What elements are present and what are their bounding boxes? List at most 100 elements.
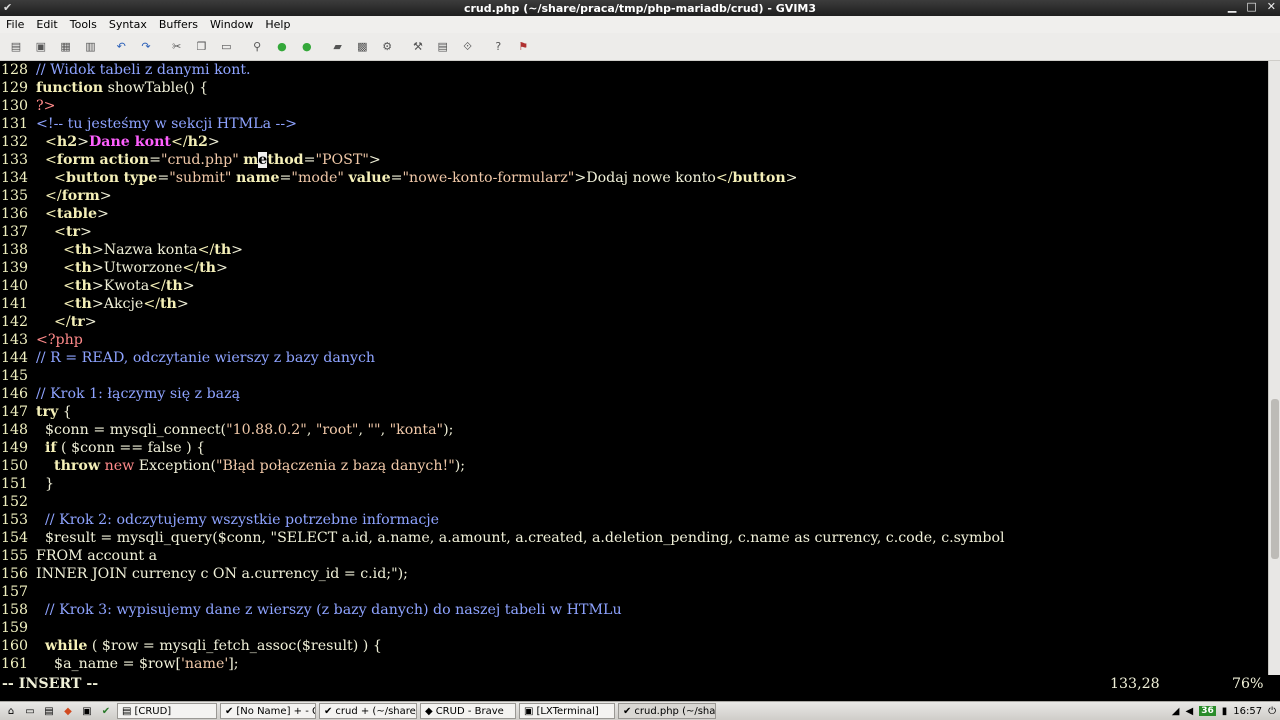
- code-line[interactable]: 148 $conn = mysqli_connect("10.88.0.2", …: [0, 421, 1268, 439]
- maximize-icon[interactable]: □: [1246, 0, 1256, 13]
- clock: 16:57: [1233, 705, 1263, 717]
- print-icon[interactable]: ▥: [80, 37, 100, 57]
- taskbar-task[interactable]: ◆ CRUD - Brave: [420, 703, 516, 719]
- find-prev-icon[interactable]: ●: [297, 37, 317, 57]
- taskbar-task[interactable]: ✔[No Name] + - G...: [220, 703, 316, 719]
- code-line[interactable]: 130 ?>: [0, 97, 1268, 115]
- menu-window[interactable]: Window: [204, 18, 259, 31]
- code-line[interactable]: 132 <h2>Dane kont</h2>: [0, 133, 1268, 151]
- find-next-icon[interactable]: ●: [272, 37, 292, 57]
- paste-icon[interactable]: ▭: [216, 37, 236, 57]
- taskbar-task[interactable]: ▤ [CRUD]: [117, 703, 217, 719]
- code-line[interactable]: 133 <form action="crud.php" method="POST…: [0, 151, 1268, 169]
- desktop-icon[interactable]: ▭: [22, 703, 38, 719]
- code-line[interactable]: 134 <button type="submit" name="mode" va…: [0, 169, 1268, 187]
- code-line[interactable]: 149 if ( $conn == false ) {: [0, 439, 1268, 457]
- scrollbar-thumb[interactable]: [1271, 399, 1279, 559]
- code-line[interactable]: 155 FROM account a: [0, 547, 1268, 565]
- code-line[interactable]: 137 <tr>: [0, 223, 1268, 241]
- code-line[interactable]: 140 <th>Kwota</th>: [0, 277, 1268, 295]
- line-number: 151: [1, 476, 29, 492]
- code-line[interactable]: 128 // Widok tabeli z danymi kont.: [0, 61, 1268, 79]
- file-manager-icon[interactable]: ▤: [41, 703, 57, 719]
- vim-icon: ✔: [225, 705, 234, 717]
- menu-syntax[interactable]: Syntax: [103, 18, 153, 31]
- undo-icon[interactable]: ↶: [111, 37, 131, 57]
- code-line[interactable]: 145: [0, 367, 1268, 385]
- menu-buffers[interactable]: Buffers: [153, 18, 204, 31]
- code-line[interactable]: 142 </tr>: [0, 313, 1268, 331]
- redo-icon[interactable]: ↷: [136, 37, 156, 57]
- code-line[interactable]: 129 function showTable() {: [0, 79, 1268, 97]
- code-line[interactable]: 139 <th>Utworzone</th>: [0, 259, 1268, 277]
- code-line[interactable]: 136 <table>: [0, 205, 1268, 223]
- line-text: </form>: [45, 188, 112, 204]
- code-line[interactable]: 138 <th>Nazwa konta</th>: [0, 241, 1268, 259]
- code-line[interactable]: 157: [0, 583, 1268, 601]
- code-line[interactable]: 161 $a_name = $row['name'];: [0, 655, 1268, 673]
- vertical-scrollbar[interactable]: [1268, 61, 1280, 675]
- volume-icon[interactable]: ◀: [1186, 706, 1194, 717]
- vim-icon: ✔: [3, 1, 13, 14]
- taskbar: ⌂ ▭ ▤ ◆ ▣ ✔ ▤[CRUD]✔[No Name] + - G...✔c…: [0, 701, 1280, 720]
- vim-icon[interactable]: ✔: [98, 703, 114, 719]
- battery-icon[interactable]: ▮: [1222, 706, 1228, 717]
- line-number: 153: [1, 512, 29, 528]
- line-number: 144: [1, 350, 29, 366]
- brave-icon[interactable]: ◆: [60, 703, 76, 719]
- line-number: 133: [1, 152, 29, 168]
- code-line[interactable]: 131 <!-- tu jesteśmy w sekcji HTMLa -->: [0, 115, 1268, 133]
- menu-icon[interactable]: ⌂: [3, 703, 19, 719]
- code-line[interactable]: 159: [0, 619, 1268, 637]
- folder-icon: ▤: [122, 705, 132, 717]
- taskbar-task[interactable]: ✔crud.php (~/share...: [618, 703, 716, 719]
- power-icon[interactable]: ⏻: [1268, 706, 1276, 717]
- terminal-icon[interactable]: ▣: [79, 703, 95, 719]
- menu-edit[interactable]: Edit: [30, 18, 63, 31]
- code-line[interactable]: 150 throw new Exception("Błąd połączenia…: [0, 457, 1268, 475]
- code-line[interactable]: 141 <th>Akcje</th>: [0, 295, 1268, 313]
- line-number: 149: [1, 440, 29, 456]
- find-replace-icon[interactable]: ⚲: [247, 37, 267, 57]
- code-line[interactable]: 153 // Krok 2: odczytujemy wszystkie pot…: [0, 511, 1268, 529]
- save-session-icon[interactable]: ▩: [352, 37, 372, 57]
- line-text: }: [36, 476, 55, 492]
- code-line[interactable]: 152: [0, 493, 1268, 511]
- code-line[interactable]: 146 // Krok 1: łączymy się z bazą: [0, 385, 1268, 403]
- code-line[interactable]: 156 INNER JOIN currency c ON a.currency_i…: [0, 565, 1268, 583]
- code-line[interactable]: 143 <?php: [0, 331, 1268, 349]
- line-text: <?php: [36, 332, 83, 348]
- save-icon[interactable]: ▣: [31, 37, 51, 57]
- line-number: 136: [1, 206, 29, 222]
- line-number: 147: [1, 404, 29, 420]
- code-line[interactable]: 144 // R = READ, odczytanie wierszy z baz…: [0, 349, 1268, 367]
- code-line[interactable]: 147 try {: [0, 403, 1268, 421]
- close-icon[interactable]: ✕: [1267, 0, 1276, 13]
- code-line[interactable]: 135 </form>: [0, 187, 1268, 205]
- minimize-icon[interactable]: ▁: [1228, 0, 1236, 13]
- editor-text-area[interactable]: 128 // Widok tabeli z danymi kont. 129 func…: [0, 61, 1268, 675]
- find-help-icon[interactable]: ⚑: [513, 37, 533, 57]
- cut-icon[interactable]: ✂: [167, 37, 187, 57]
- line-number: 155: [1, 548, 29, 564]
- shell-icon[interactable]: ▤: [433, 37, 453, 57]
- make-icon[interactable]: ⚒: [408, 37, 428, 57]
- open-icon[interactable]: ▤: [6, 37, 26, 57]
- save-all-icon[interactable]: ▦: [56, 37, 76, 57]
- network-icon[interactable]: ◢: [1172, 706, 1180, 717]
- code-line[interactable]: 154 $result = mysqli_query($conn, "SELEC…: [0, 529, 1268, 547]
- menu-tools[interactable]: Tools: [64, 18, 103, 31]
- help-icon[interactable]: ?: [488, 37, 508, 57]
- code-line[interactable]: 160 while ( $row = mysqli_fetch_assoc($r…: [0, 637, 1268, 655]
- taskbar-task[interactable]: ✔crud + (~/share/...: [319, 703, 417, 719]
- run-script-icon[interactable]: ⚙: [377, 37, 397, 57]
- tags-icon[interactable]: ⟐: [458, 37, 478, 57]
- window-titlebar[interactable]: ✔ crud.php (~/share/praca/tmp/php-mariad…: [0, 0, 1280, 16]
- code-line[interactable]: 158 // Krok 3: wypisujemy dane z wierszy…: [0, 601, 1268, 619]
- taskbar-task[interactable]: ▣ [LXTerminal]: [519, 703, 615, 719]
- menu-file[interactable]: File: [0, 18, 30, 31]
- code-line[interactable]: 151 }: [0, 475, 1268, 493]
- load-session-icon[interactable]: ▰: [328, 37, 348, 57]
- copy-icon[interactable]: ❐: [192, 37, 212, 57]
- menu-help[interactable]: Help: [259, 18, 296, 31]
